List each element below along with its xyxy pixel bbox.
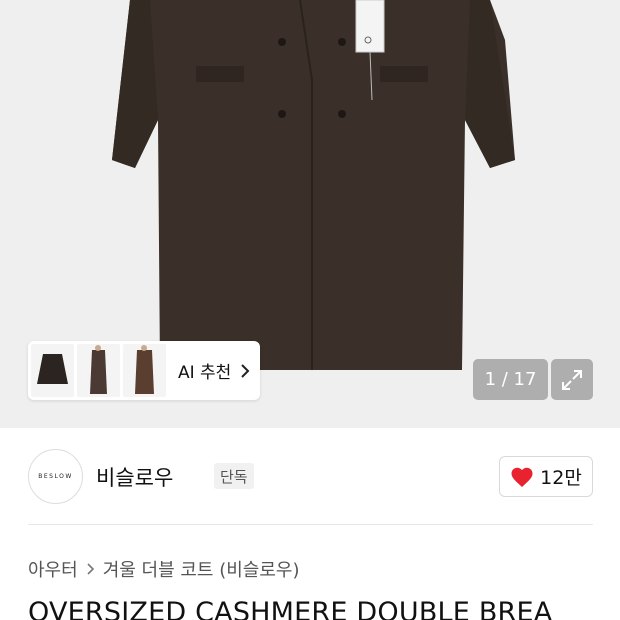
product-title: OVERSIZED CASHMERE DOUBLE BREA [28,597,553,620]
exclusive-badge: 단독 [214,463,254,489]
ai-thumb-3[interactable] [123,344,166,397]
brand-logo-text: BESLOW [38,473,73,480]
ai-thumb-2[interactable] [77,344,120,397]
ai-recommend-chip[interactable]: AI 추천 [28,341,260,400]
breadcrumb-item-outer[interactable]: 아우터 [28,556,78,582]
breadcrumb-item-category[interactable]: 겨울 더블 코트 (비슬로우) [103,556,300,582]
like-button[interactable]: 12만 [499,456,593,497]
expand-button[interactable] [551,359,593,400]
heart-icon [511,467,533,487]
brand-row: BESLOW 비슬로우 단독 12만 [28,449,593,505]
ai-recommend-label: AI 추천 [178,363,232,383]
image-counter: 1 / 17 [473,359,548,400]
divider [28,524,593,525]
expand-icon [562,369,582,390]
chevron-right-icon [87,563,94,575]
breadcrumb: 아우터 겨울 더블 코트 (비슬로우) [28,556,300,582]
brand-name[interactable]: 비슬로우 [96,462,173,492]
brand-logo[interactable]: BESLOW [28,449,83,504]
product-image-gallery[interactable]: AI 추천 1 / 17 [0,0,620,428]
like-count: 12만 [540,467,582,489]
chevron-right-icon [241,363,250,378]
ai-thumb-1[interactable] [31,344,74,397]
